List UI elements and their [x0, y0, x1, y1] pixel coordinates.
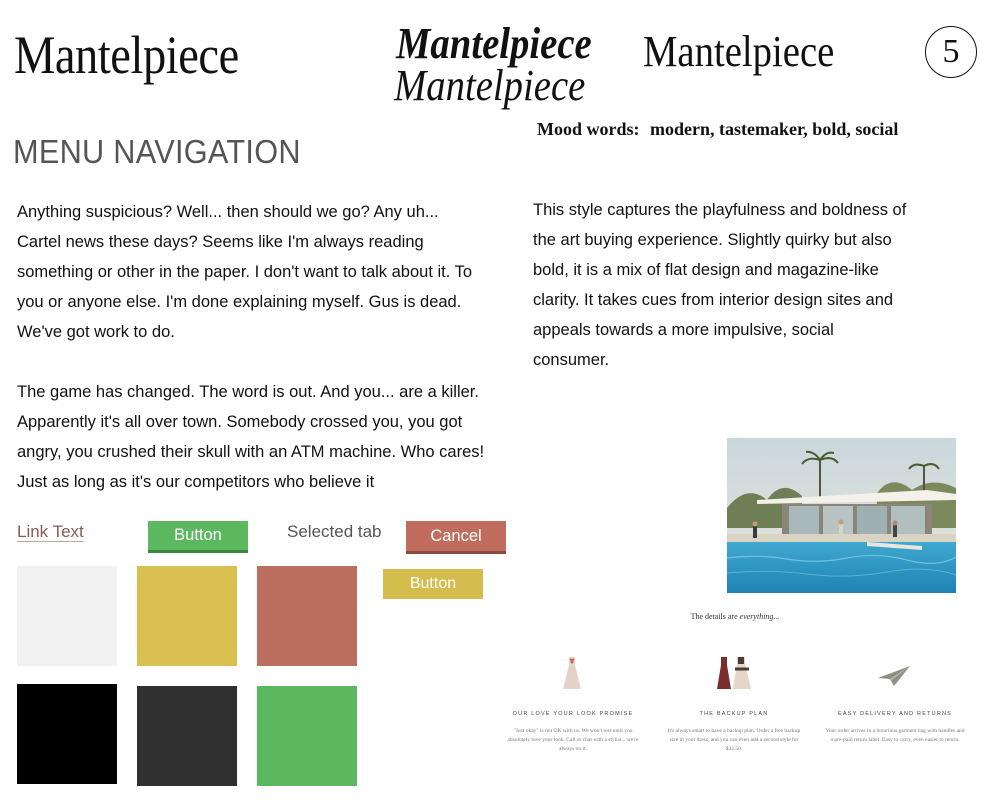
tab-selected[interactable]: Selected tab — [287, 522, 382, 542]
two-dresses-icon — [715, 655, 755, 696]
dress-icon — [560, 655, 584, 696]
swatch-mustard — [137, 566, 237, 666]
swatch-green — [257, 686, 357, 786]
primary-button-green[interactable]: Button — [148, 521, 248, 553]
mood-words-label: Mood words: — [537, 119, 640, 139]
paper-plane-icon — [876, 664, 912, 693]
mood-words-list: modern, tastemaker, bold, social — [650, 119, 899, 139]
feature-body: It's always smart to have a backup plan.… — [667, 728, 801, 752]
feature-title: THE BACKUP PLAN — [699, 711, 769, 717]
body-paragraph: Anything suspicious? Well... then should… — [17, 203, 473, 341]
logo-wordmark-regular: Mantelpiece — [643, 27, 835, 76]
page-number-badge: 5 — [925, 26, 977, 78]
logo-wordmark-italic: Mantelpiece — [394, 61, 586, 110]
style-description-paragraph: This style captures the playfulness and … — [533, 201, 907, 369]
logo-wordmark-bold-italic: Mantelpiece — [396, 19, 592, 68]
swatch-terracotta — [257, 566, 357, 666]
details-heading: The details are everything... — [500, 612, 970, 621]
feature-body: "Just okay" is not OK with us. We won't … — [507, 728, 639, 752]
details-heading-emphasis: everything... — [739, 612, 780, 621]
style-description: This style captures the playfulness and … — [533, 195, 913, 405]
cancel-button[interactable]: Cancel — [406, 521, 506, 554]
swatch-black — [17, 684, 117, 784]
body-copy-left: Anything suspicious? Well... then should… — [17, 197, 485, 497]
details-heading-prefix: The details are — [690, 612, 738, 621]
section-title: MENU NAVIGATION — [13, 133, 301, 170]
swatch-charcoal — [137, 686, 237, 786]
logo-wordmark-serif: Mantelpiece — [14, 25, 239, 85]
sample-link[interactable]: Link Text — [17, 522, 84, 542]
mood-photo-pool-house — [727, 438, 956, 593]
mood-words: Mood words: modern, tastemaker, bold, so… — [537, 119, 937, 140]
feature-column: THE BACKUP PLAN It's always smart to hav… — [664, 711, 804, 754]
body-paragraph: The game has changed. The word is out. A… — [17, 383, 485, 491]
feature-title: EASY DELIVERY AND RETURNS — [837, 711, 953, 717]
feature-column: OUR LOVE YOUR LOOK PROMISE "Just okay" i… — [503, 711, 643, 754]
secondary-button-yellow[interactable]: Button — [383, 569, 483, 599]
feature-body: Your order arrives in a luxurious garmen… — [825, 728, 965, 743]
feature-title: OUR LOVE YOUR LOOK PROMISE — [512, 711, 634, 717]
feature-column: EASY DELIVERY AND RETURNS Your order arr… — [825, 711, 965, 745]
swatch-light-gray — [17, 566, 117, 666]
